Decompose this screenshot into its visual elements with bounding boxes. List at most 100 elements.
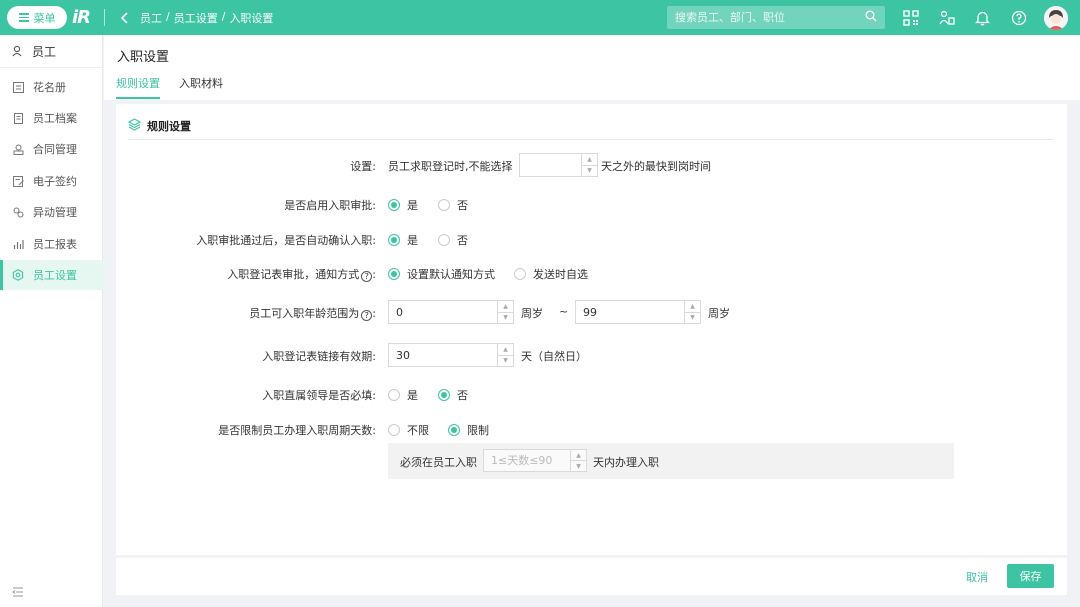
- esign-icon: [12, 175, 24, 187]
- period-days-input[interactable]: [484, 450, 570, 471]
- sidebar-item-label: 员工报表: [33, 238, 77, 251]
- stepper-up-icon[interactable]: ▲: [498, 301, 513, 312]
- sidebar-head-employee[interactable]: 员工: [0, 35, 103, 68]
- enable-approval-no-radio[interactable]: 否: [438, 197, 468, 213]
- section-title: 规则设置: [147, 120, 191, 133]
- page-header: 入职设置 规则设置 入职材料: [104, 35, 1080, 100]
- radio-selected-icon: [388, 268, 400, 280]
- logo-text: iR: [72, 7, 91, 28]
- enable-approval-yes-radio[interactable]: 是: [388, 197, 418, 213]
- bell-icon[interactable]: [973, 8, 992, 27]
- notify-method-label-wrap: 入职登记表审批，通知方式?:: [227, 268, 376, 282]
- notify-choose-on-send-radio[interactable]: 发送时自选: [514, 266, 588, 282]
- stepper-up-icon[interactable]: ▲: [685, 301, 700, 312]
- qrcode-icon[interactable]: [901, 8, 920, 27]
- app-logo[interactable]: iR: [72, 7, 91, 28]
- age-min-unit: 周岁: [521, 307, 543, 320]
- radio-label: 是: [407, 389, 418, 402]
- sidebar-item-label: 电子签约: [33, 175, 77, 188]
- stepper-down-icon[interactable]: ▼: [582, 164, 597, 177]
- sidebar-item-contracts[interactable]: 合同管理: [0, 134, 103, 164]
- auto-confirm-no-radio[interactable]: 否: [438, 232, 468, 248]
- search-box: [667, 6, 885, 29]
- arrival-limit-label: 设置:: [350, 160, 376, 173]
- cancel-button[interactable]: 取消: [966, 569, 988, 585]
- breadcrumb-item-employee-settings[interactable]: 员工设置: [174, 10, 218, 26]
- sidebar-item-esign[interactable]: 电子签约: [0, 166, 103, 196]
- breadcrumb-separator: /: [166, 10, 170, 23]
- help-icon[interactable]: ?: [361, 310, 373, 321]
- link-validity-label: 入职登记表链接有效期:: [262, 350, 376, 363]
- stepper-controls: ▲ ▼: [684, 301, 700, 323]
- tab-rule-settings[interactable]: 规则设置: [116, 75, 160, 99]
- settings-icon: [12, 269, 24, 281]
- stepper-controls: ▲ ▼: [581, 154, 597, 176]
- notify-default-radio[interactable]: 设置默认通知方式: [388, 266, 495, 282]
- leader-required-yes-radio[interactable]: 是: [388, 387, 418, 403]
- help-icon[interactable]: [1009, 8, 1028, 27]
- sidebar-item-label: 异动管理: [33, 206, 77, 219]
- period-limit-panel: 必须在员工入职 ▲ ▼ 天内办理入职: [388, 443, 954, 479]
- breadcrumb-item-onboarding-settings: 入职设置: [229, 12, 274, 25]
- save-button[interactable]: 保存: [1007, 564, 1054, 588]
- breadcrumb-item-employee[interactable]: 员工: [140, 10, 162, 26]
- menu-button[interactable]: 菜单: [7, 6, 67, 29]
- search-input[interactable]: [675, 11, 865, 24]
- breadcrumb: 员工 / 员工设置 / 入职设置: [140, 10, 273, 26]
- radio-label: 是: [407, 234, 418, 247]
- age-range-separator: ~: [559, 305, 569, 318]
- radio-unselected-icon: [438, 234, 450, 246]
- arrival-limit-input[interactable]: [520, 154, 581, 176]
- form-footer: 取消 保存: [116, 558, 1067, 595]
- auto-confirm-yes-radio[interactable]: 是: [388, 232, 418, 248]
- arrival-limit-suffix: 天之外的最快到岗时间: [601, 160, 711, 173]
- menu-label: 菜单: [33, 11, 56, 25]
- stepper-up-icon[interactable]: ▲: [571, 450, 586, 460]
- sidebar-item-employee-files[interactable]: 员工档案: [0, 103, 103, 133]
- tab-onboarding-materials[interactable]: 入职材料: [179, 75, 223, 97]
- breadcrumb-separator: /: [221, 10, 226, 23]
- user-avatar[interactable]: [1044, 6, 1068, 30]
- period-limit-suffix: 天内办理入职: [593, 456, 659, 469]
- sidebar: 员工 花名册 员工档案 合同管理 电子签约 异动管理 员工报表 员工设置: [0, 35, 103, 607]
- period-days-stepper: ▲ ▼: [483, 449, 587, 472]
- logo-divider: [104, 9, 105, 26]
- sidebar-item-employee-settings[interactable]: 员工设置: [0, 260, 103, 290]
- report-icon: [12, 238, 24, 250]
- period-limited-radio[interactable]: 限制: [448, 422, 489, 438]
- sidebar-item-label: 合同管理: [33, 143, 77, 156]
- stepper-down-icon[interactable]: ▼: [685, 311, 700, 324]
- sidebar-item-roster[interactable]: 花名册: [0, 72, 103, 102]
- settings-card: 规则设置 设置: 员工求职登记时,不能选择 ▲ ▼ 天之外的最快到岗时间 是否启…: [116, 104, 1067, 555]
- radio-label: 否: [457, 389, 468, 402]
- radio-unselected-icon: [438, 199, 450, 211]
- sidebar-item-transfers[interactable]: 异动管理: [0, 197, 103, 227]
- stepper-up-icon[interactable]: ▲: [498, 344, 513, 355]
- stepper-down-icon[interactable]: ▼: [498, 311, 513, 324]
- search-icon[interactable]: [865, 10, 877, 25]
- arrival-limit-stepper: ▲ ▼: [519, 153, 598, 177]
- radio-selected-icon: [448, 424, 460, 436]
- sidebar-item-label: 员工档案: [33, 112, 77, 125]
- radio-unselected-icon: [388, 389, 400, 401]
- top-bar: 菜单 iR 员工 / 员工设置 / 入职设置: [0, 0, 1080, 35]
- stepper-controls: ▲ ▼: [497, 344, 513, 366]
- link-validity-input[interactable]: [389, 344, 497, 366]
- section-header: 规则设置: [127, 118, 191, 134]
- stepper-down-icon[interactable]: ▼: [498, 354, 513, 367]
- age-max-input[interactable]: [576, 301, 684, 323]
- radio-unselected-icon: [388, 424, 400, 436]
- stepper-controls: ▲ ▼: [570, 450, 586, 471]
- radio-label: 是: [407, 199, 418, 212]
- stepper-up-icon[interactable]: ▲: [582, 154, 597, 165]
- stepper-down-icon[interactable]: ▼: [571, 460, 586, 471]
- help-icon[interactable]: ?: [361, 271, 373, 282]
- back-icon[interactable]: [118, 9, 132, 26]
- collapse-sidebar-icon[interactable]: [12, 586, 24, 598]
- org-chart-icon[interactable]: [937, 8, 956, 27]
- age-min-input[interactable]: [389, 301, 497, 323]
- sidebar-item-reports[interactable]: 员工报表: [0, 229, 103, 259]
- period-unlimited-radio[interactable]: 不限: [388, 422, 429, 438]
- radio-label: 发送时自选: [533, 268, 588, 281]
- leader-required-no-radio[interactable]: 否: [438, 387, 468, 403]
